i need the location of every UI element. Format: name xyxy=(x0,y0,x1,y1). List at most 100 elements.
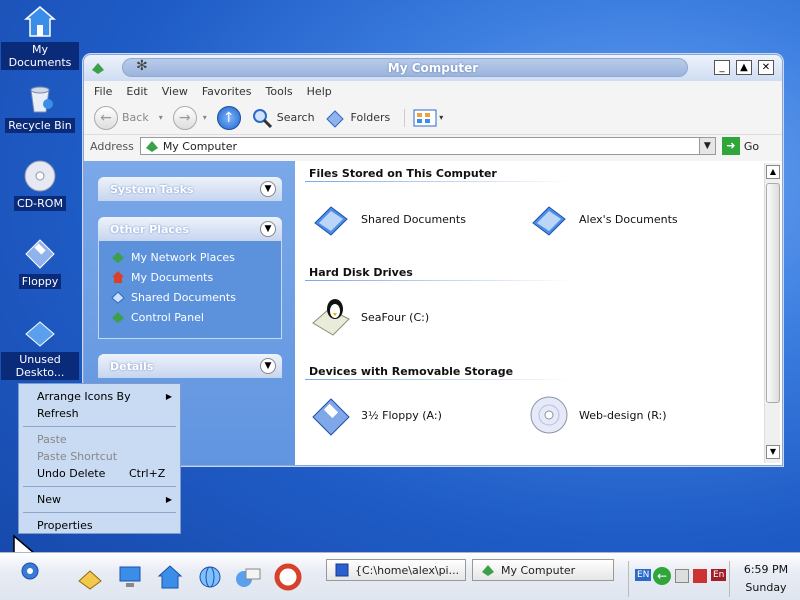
menu-favorites[interactable]: Favorites xyxy=(202,85,252,98)
mail-icon[interactable] xyxy=(234,563,262,591)
cd-icon xyxy=(530,396,568,434)
help-lifebuoy-icon[interactable] xyxy=(274,563,302,591)
address-input[interactable]: My Computer ▼ xyxy=(139,137,716,155)
clock[interactable]: 6:59 PM Sunday xyxy=(736,561,796,597)
scroll-up-icon[interactable]: ▲ xyxy=(766,165,780,179)
place-control-panel[interactable]: Control Panel xyxy=(111,307,281,327)
other-places-list: My Network Places My Documents Shared Do… xyxy=(98,241,282,339)
menu-item-new[interactable]: New ▶ xyxy=(21,491,178,508)
computer-icon xyxy=(145,141,158,152)
desktop-icon-label: Unused Deskto... xyxy=(1,352,79,380)
menu-item-paste: Paste xyxy=(21,431,178,448)
folder-icon xyxy=(111,291,125,304)
content-area: System Tasks ▼ Other Places ▼ My Network… xyxy=(84,161,782,465)
volume-icon[interactable] xyxy=(693,569,707,583)
menu-item-label: Refresh xyxy=(37,407,79,420)
place-label: Control Panel xyxy=(131,310,204,324)
menu-item-label: Properties xyxy=(37,519,93,532)
chevron-down-icon[interactable]: ▼ xyxy=(260,358,276,374)
chevron-down-icon[interactable]: ▾ xyxy=(159,113,163,122)
desktop-icon-unused[interactable]: Unused Deskto... xyxy=(0,314,80,380)
menu-item-properties[interactable]: Properties xyxy=(21,517,178,534)
item-label: SeaFour (C:) xyxy=(361,310,430,324)
floppy-icon xyxy=(25,239,55,269)
search-button[interactable]: Search xyxy=(251,107,315,129)
menu-file[interactable]: File xyxy=(94,85,112,98)
up-button[interactable]: ↑ xyxy=(216,105,241,130)
views-button[interactable]: ▾ xyxy=(404,108,444,127)
menu-item-label: Paste xyxy=(37,433,67,446)
scroll-down-icon[interactable]: ▼ xyxy=(766,445,780,459)
item-alex-documents[interactable]: Alex's Documents xyxy=(527,197,678,241)
desktop-icon[interactable] xyxy=(116,563,144,591)
views-icon xyxy=(413,109,437,126)
shared-folder-icon xyxy=(314,206,348,236)
network-status-icon[interactable] xyxy=(675,569,689,583)
place-shared-documents[interactable]: Shared Documents xyxy=(111,287,281,307)
update-arrow-icon[interactable]: ← xyxy=(653,567,671,585)
folder-icon xyxy=(532,206,566,236)
desktop-icon-floppy[interactable]: Floppy xyxy=(0,236,80,289)
system-tasks-header[interactable]: System Tasks ▼ xyxy=(98,177,282,201)
section-divider xyxy=(305,280,575,281)
forward-button[interactable]: → ▾ xyxy=(172,105,207,130)
item-floppy-drive[interactable]: 3½ Floppy (A:) xyxy=(309,393,442,437)
scroll-thumb[interactable] xyxy=(766,183,780,403)
folder-icon xyxy=(25,321,55,347)
item-label: Alex's Documents xyxy=(579,212,678,226)
menu-item-label: New xyxy=(37,493,61,506)
control-panel-icon xyxy=(112,312,124,323)
task-button-terminal[interactable]: {C:\home\alex\pi... xyxy=(326,559,466,581)
address-dropdown-icon[interactable]: ▼ xyxy=(698,138,715,154)
item-shared-documents[interactable]: Shared Documents xyxy=(309,197,466,241)
vertical-scrollbar[interactable]: ▲ ▼ xyxy=(764,163,780,463)
language-indicator[interactable]: EN xyxy=(635,569,652,581)
chevron-down-icon[interactable]: ▾ xyxy=(203,113,207,122)
floppy-icon xyxy=(312,398,350,436)
globe-icon[interactable] xyxy=(196,563,224,591)
desktop-icon-cd-rom[interactable]: CD-ROM xyxy=(0,158,80,211)
house-icon[interactable] xyxy=(156,563,184,591)
maximize-button[interactable]: ▲ xyxy=(736,60,752,75)
menu-bar: File Edit View Favorites Tools Help xyxy=(84,81,782,101)
menu-view[interactable]: View xyxy=(162,85,188,98)
close-button[interactable]: ✕ xyxy=(758,60,774,75)
menu-edit[interactable]: Edit xyxy=(126,85,147,98)
other-places-header[interactable]: Other Places ▼ xyxy=(98,217,282,241)
details-title: Details xyxy=(110,360,154,373)
item-seafour-drive[interactable]: SeaFour (C:) xyxy=(309,295,429,339)
task-button-my-computer[interactable]: My Computer xyxy=(472,559,614,581)
menu-item-arrange-icons[interactable]: Arrange Icons By ▶ xyxy=(21,388,178,405)
chevron-down-icon[interactable]: ▼ xyxy=(260,221,276,237)
home-folder-icon[interactable] xyxy=(76,563,104,591)
item-web-design-drive[interactable]: Web-design (R:) xyxy=(527,393,667,437)
desktop-icon-recycle-bin[interactable]: Recycle Bin xyxy=(0,80,80,133)
menu-item-label: Undo Delete xyxy=(37,467,106,480)
chevron-down-icon[interactable]: ▼ xyxy=(260,181,276,197)
desktop-context-menu: Arrange Icons By ▶ Refresh Paste Paste S… xyxy=(18,383,181,534)
section-divider xyxy=(305,379,575,380)
menu-item-label: Paste Shortcut xyxy=(37,450,118,463)
details-header[interactable]: Details ▼ xyxy=(98,354,282,378)
minimize-button[interactable]: _ xyxy=(714,60,730,75)
back-button[interactable]: ← Back ▾ xyxy=(94,105,163,130)
chevron-down-icon: ▾ xyxy=(439,113,444,122)
place-my-network-places[interactable]: My Network Places xyxy=(111,247,281,267)
folders-button[interactable]: Folders xyxy=(325,107,390,129)
menu-help[interactable]: Help xyxy=(307,85,332,98)
go-button[interactable]: ➜ Go xyxy=(721,137,759,155)
chevron-right-icon: ▶ xyxy=(165,392,172,401)
title-bar[interactable]: ✻ My Computer _ ▲ ✕ xyxy=(84,55,782,81)
search-icon xyxy=(252,108,272,128)
recycle-bin-icon xyxy=(30,86,53,113)
start-gear-icon[interactable] xyxy=(16,557,44,585)
search-label: Search xyxy=(276,111,315,124)
keyboard-layout-indicator[interactable]: En xyxy=(711,569,727,581)
system-tasks-title: System Tasks xyxy=(110,183,194,196)
menu-tools[interactable]: Tools xyxy=(266,85,293,98)
place-my-documents[interactable]: My Documents xyxy=(111,267,281,287)
place-label: My Documents xyxy=(131,270,214,284)
menu-item-refresh[interactable]: Refresh xyxy=(21,405,178,422)
menu-item-undo-delete[interactable]: Undo Delete Ctrl+Z xyxy=(21,465,178,482)
desktop-icon-my-documents[interactable]: My Documents xyxy=(0,4,80,70)
